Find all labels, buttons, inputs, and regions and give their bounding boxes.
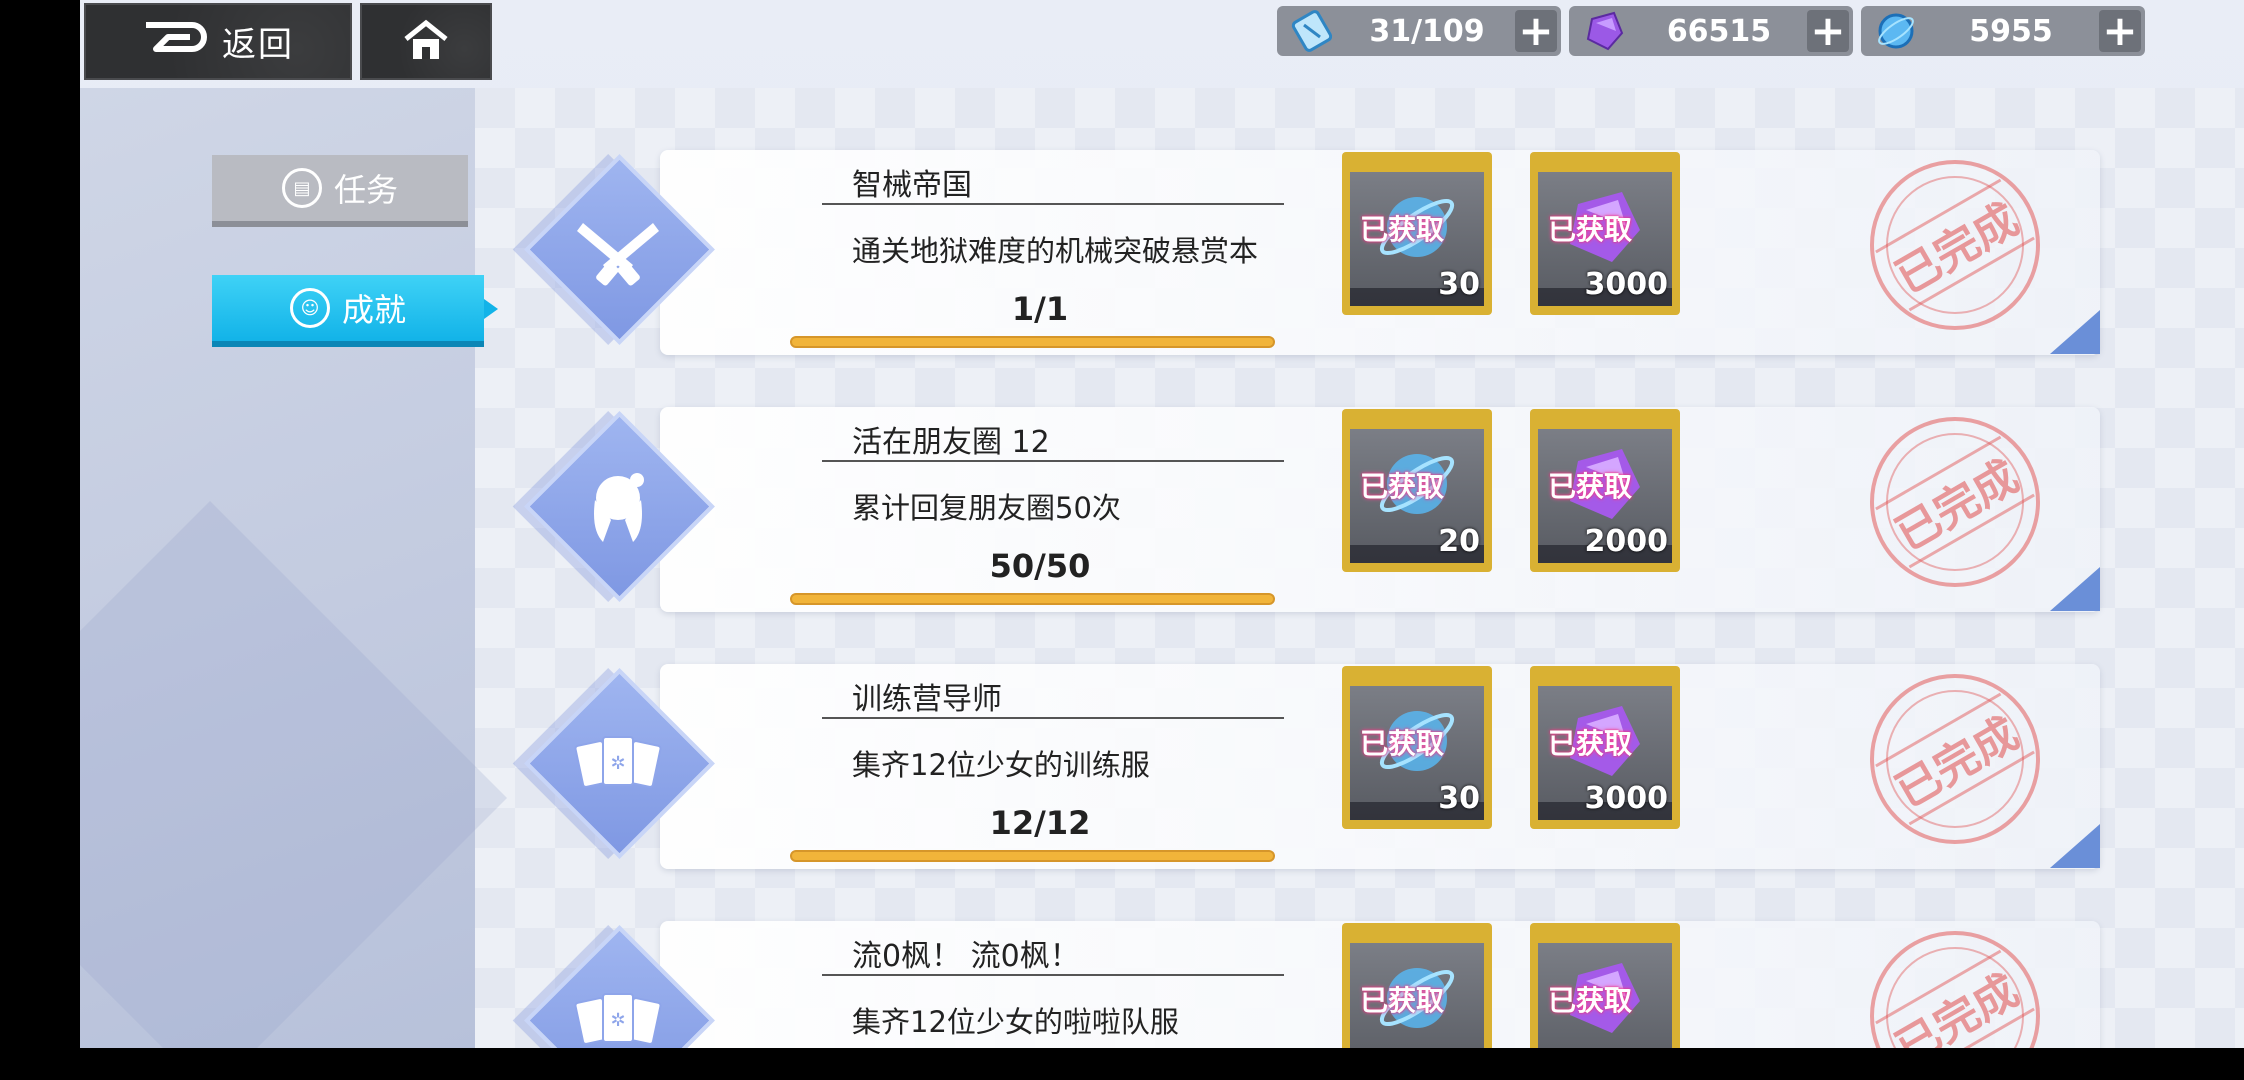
tab-task[interactable]: ▤ 任务: [212, 155, 468, 227]
card-corner: [2050, 824, 2100, 868]
progress-bar: [790, 593, 1275, 605]
achievement-card: ✲ 训练营导师 集齐12位少女的训练服 12/12 已获取 30 已获取 300…: [510, 654, 2165, 869]
reward-amount: 2000: [1584, 524, 1669, 559]
claimed-label: 已获取: [1360, 984, 1445, 1017]
claimed-label: 已获取: [1548, 727, 1633, 760]
reward-item[interactable]: 已获取: [1342, 923, 1492, 1048]
add-stamina-button[interactable]: +: [1515, 10, 1557, 52]
achievement-badge: [510, 397, 725, 612]
stamina-counter: 31/109 +: [1277, 6, 1561, 56]
divider: [822, 460, 1284, 462]
achievement-card: 智械帝国 通关地狱难度的机械突破悬赏本 1/1 已获取 30 已获取 3000 …: [510, 140, 2165, 355]
cards-icon: ✲: [565, 709, 670, 814]
reward-amount: 3000: [1584, 267, 1669, 302]
reward-item[interactable]: 已获取 30: [1342, 666, 1492, 829]
divider: [822, 717, 1284, 719]
achievement-title: 活在朋友圈 12: [852, 425, 1050, 460]
achievement-desc: 通关地狱难度的机械突破悬赏本: [852, 234, 1259, 268]
achievement-tab-icon: ☺: [289, 288, 330, 328]
achievement-badge: ✲: [510, 911, 725, 1048]
reward-item[interactable]: 已获取: [1530, 923, 1680, 1048]
card-corner: [2050, 310, 2100, 354]
achievement-badge: [510, 140, 725, 355]
completed-stamp: 已完成: [1870, 674, 2040, 844]
reward-amount: 20: [1438, 524, 1480, 559]
achievement-title: 智械帝国: [852, 168, 972, 203]
completed-stamp: 已完成: [1870, 160, 2040, 330]
back-arrow-icon: [142, 19, 212, 64]
divider: [822, 974, 1284, 976]
claimed-label: 已获取: [1548, 984, 1633, 1017]
progress-text: 12/12: [989, 804, 1091, 842]
cards-icon: ✲: [565, 966, 670, 1048]
reward-amount: 30: [1438, 267, 1480, 302]
claimed-label: 已获取: [1548, 213, 1633, 246]
home-icon: [402, 19, 450, 65]
reward-item[interactable]: 已获取 30: [1342, 152, 1492, 315]
home-button[interactable]: [360, 3, 492, 80]
reward-item[interactable]: 已获取 20: [1342, 409, 1492, 572]
game-screen: 返回 31/109 + 66515 + 5955 + ▤ 任务 ☺ 成就 智械帝…: [80, 0, 2244, 1048]
crystal-value: 66515: [1666, 13, 1772, 49]
reward-item[interactable]: 已获取 2000: [1530, 409, 1680, 572]
achievement-desc: 累计回复朋友圈50次: [852, 491, 1121, 525]
girl-silhouette-icon: [565, 452, 670, 557]
screen-bottom-edge: [80, 1048, 2244, 1080]
svg-text:✲: ✲: [610, 1010, 625, 1031]
blue-orb-icon: [1869, 9, 1923, 53]
completed-stamp: 已完成: [1870, 417, 2040, 587]
orb-value: 5955: [1969, 13, 2053, 49]
claimed-label: 已获取: [1360, 213, 1445, 246]
side-panel: [80, 88, 475, 1048]
reward-item[interactable]: 已获取 3000: [1530, 152, 1680, 315]
achievement-desc: 集齐12位少女的训练服: [852, 748, 1150, 782]
progress-bar: [790, 336, 1275, 348]
achievement-badge: ✲: [510, 654, 725, 869]
achievement-card: ✲ 流0枫！ 流0枫！ 集齐12位少女的啦啦队服 已获取 已获取 已完成: [510, 911, 2165, 1048]
task-tab-icon: ▤: [281, 168, 322, 208]
svg-text:✲: ✲: [610, 753, 625, 774]
achievement-desc: 集齐12位少女的啦啦队服: [852, 1005, 1179, 1039]
add-crystal-button[interactable]: +: [1807, 10, 1849, 52]
tab-achievement[interactable]: ☺ 成就: [212, 275, 498, 347]
add-orb-button[interactable]: +: [2099, 10, 2141, 52]
crossed-revolvers-icon: [565, 195, 670, 300]
progress-bar: [790, 850, 1275, 862]
crystal-counter: 66515 +: [1569, 6, 1853, 56]
reward-amount: 3000: [1584, 781, 1669, 816]
achievement-card: 活在朋友圈 12 累计回复朋友圈50次 50/50 已获取 20 已获取 200…: [510, 397, 2165, 612]
stamina-value: 31/109: [1369, 13, 1485, 49]
top-bar: 返回 31/109 + 66515 + 5955 +: [80, 0, 2244, 86]
claimed-label: 已获取: [1548, 470, 1633, 503]
orb-counter: 5955 +: [1861, 6, 2145, 56]
back-label: 返回: [222, 25, 294, 65]
progress-text: 1/1: [1011, 290, 1069, 328]
progress-text: 50/50: [989, 547, 1091, 585]
divider: [822, 203, 1284, 205]
claimed-label: 已获取: [1360, 470, 1445, 503]
stamina-hourglass-icon: [1285, 9, 1339, 53]
achievement-title: 训练营导师: [852, 682, 1002, 717]
reward-item[interactable]: 已获取 3000: [1530, 666, 1680, 829]
tab-achievement-label: 成就: [341, 291, 406, 329]
tab-task-label: 任务: [333, 171, 398, 209]
reward-amount: 30: [1438, 781, 1480, 816]
claimed-label: 已获取: [1360, 727, 1445, 760]
back-button[interactable]: 返回: [84, 3, 352, 80]
purple-crystal-icon: [1577, 9, 1631, 53]
card-corner: [2050, 567, 2100, 611]
achievement-title: 流0枫！ 流0枫！: [852, 939, 1080, 974]
